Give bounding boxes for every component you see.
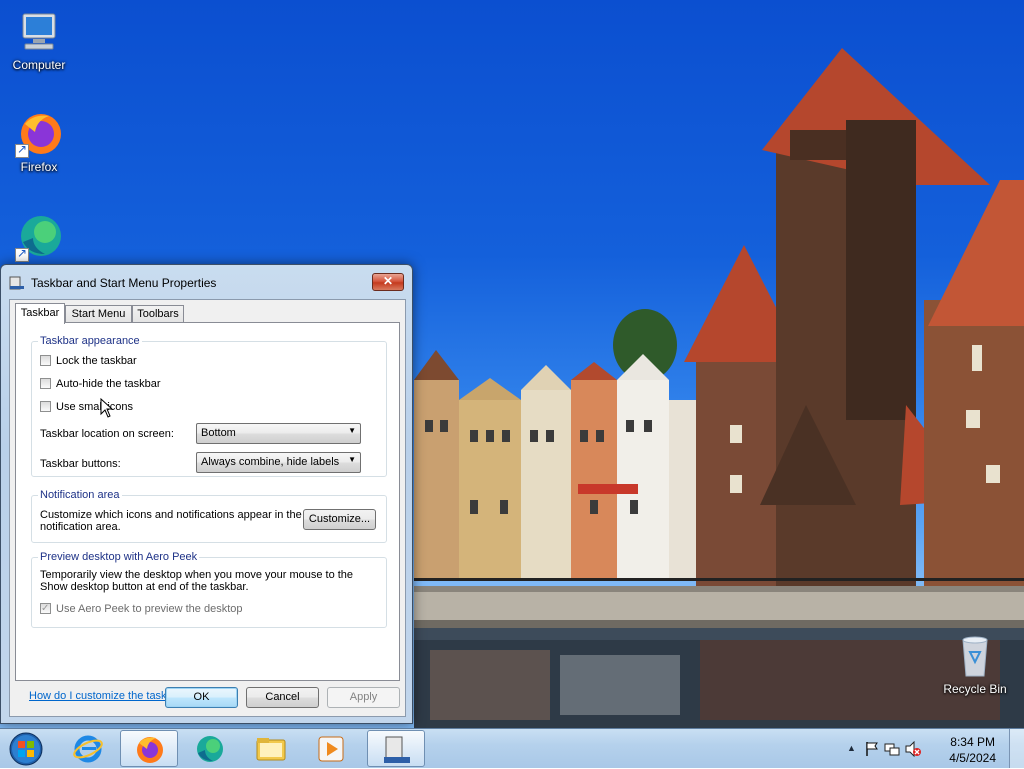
internet-explorer-icon [73, 735, 103, 763]
tab-toolbars[interactable]: Toolbars [132, 305, 184, 323]
notification-description: Customize which icons and notifications … [40, 509, 302, 533]
checkbox-label: Lock the taskbar [56, 355, 137, 367]
aero-peek-checkbox[interactable] [40, 602, 51, 615]
start-orb-icon[interactable] [6, 731, 46, 767]
aero-peek-description: Temporarily view the desktop when you mo… [40, 569, 353, 593]
system-clock[interactable]: 8:34 PM 4/5/2024 [949, 734, 996, 766]
taskbar-appearance-group: Taskbar appearance Lock the taskbar Auto… [31, 335, 387, 477]
description-line: Customize which icons and notifications … [40, 509, 302, 521]
clock-time: 8:34 PM [950, 735, 995, 749]
auto-hide-checkbox[interactable] [40, 378, 51, 389]
dropdown-arrow-icon: ▼ [348, 455, 356, 464]
select-value: Bottom [201, 427, 236, 439]
taskbar-properties-icon [384, 736, 410, 763]
desktop-computer-icon[interactable]: Computer [1, 8, 77, 72]
firefox-icon [137, 737, 163, 763]
taskbar-properties-icon [9, 276, 24, 290]
edge-icon [197, 736, 223, 762]
description-line: Show desktop button at end of the taskba… [40, 581, 249, 593]
dropdown-arrow-icon: ▼ [348, 426, 356, 435]
recycle-bin-icon [962, 636, 988, 677]
apply-button[interactable]: Apply [327, 687, 400, 708]
media-player-icon [318, 736, 344, 762]
small-icons-checkbox[interactable] [40, 401, 51, 412]
taskbar-media-player[interactable] [303, 730, 361, 767]
taskbar-internet-explorer[interactable] [59, 730, 117, 767]
taskbar: ▲ 8:34 PM 4/5/2024 [0, 728, 1024, 768]
dialog-title: Taskbar and Start Menu Properties [31, 276, 217, 290]
group-title: Preview desktop with Aero Peek [38, 551, 200, 563]
mouse-cursor-icon [100, 398, 114, 418]
computer-icon [22, 13, 56, 50]
desktop-icon-label: Firefox [20, 160, 58, 174]
show-hidden-icons-icon[interactable]: ▲ [847, 743, 856, 753]
shortcut-arrow-icon [15, 142, 29, 158]
desktop-firefox-icon[interactable]: Firefox [1, 110, 77, 174]
taskbar-buttons-label: Taskbar buttons: [40, 458, 121, 470]
taskbar-buttons-select[interactable]: Always combine, hide labels ▼ [196, 452, 361, 473]
taskbar-properties-window[interactable] [367, 730, 425, 767]
clock-date: 4/5/2024 [949, 751, 996, 765]
taskbar-firefox[interactable] [120, 730, 178, 767]
select-value: Always combine, hide labels [201, 456, 340, 468]
description-line: notification area. [40, 521, 121, 533]
volume-muted-icon[interactable] [905, 741, 921, 757]
notification-tray: ▲ 8:34 PM 4/5/2024 [839, 729, 1024, 769]
network-icon[interactable] [884, 741, 900, 757]
desktop-edge-icon[interactable] [1, 214, 77, 264]
desktop-recycle-bin-icon[interactable]: Recycle Bin [937, 632, 1013, 696]
close-button[interactable]: ✕ [372, 273, 404, 291]
title-bar[interactable]: Taskbar and Start Menu Properties ✕ [7, 271, 406, 293]
taskbar-properties-dialog: Taskbar and Start Menu Properties ✕ Task… [0, 264, 413, 724]
desktop-icon-label: Recycle Bin [943, 682, 1007, 696]
file-explorer-icon [256, 738, 286, 761]
show-desktop-button[interactable] [1009, 729, 1024, 768]
tab-taskbar[interactable]: Taskbar [15, 303, 65, 324]
taskbar-tab-panel: Taskbar appearance Lock the taskbar Auto… [15, 322, 400, 702]
description-line: Temporarily view the desktop when you mo… [40, 569, 354, 581]
action-center-flag-icon[interactable] [864, 741, 880, 757]
notification-area-group: Notification area Customize which icons … [31, 489, 387, 543]
taskbar-location-label: Taskbar location on screen: [40, 428, 174, 440]
taskbar-edge[interactable] [181, 730, 239, 767]
group-title: Notification area [38, 489, 122, 501]
dialog-client-area: Taskbar Start Menu Toolbars Taskbar appe… [9, 299, 406, 717]
desktop-icon-label: Computer [12, 58, 66, 72]
aero-peek-group: Preview desktop with Aero Peek Temporari… [31, 551, 387, 628]
shortcut-arrow-icon [15, 246, 29, 262]
customize-button[interactable]: Customize... [303, 509, 376, 530]
checkbox-label: Use small icons [56, 401, 134, 413]
taskbar-location-select[interactable]: Bottom ▼ [196, 423, 361, 444]
ok-button[interactable]: OK [165, 687, 238, 708]
group-title: Taskbar appearance [38, 335, 142, 347]
tab-start-menu[interactable]: Start Menu [65, 305, 132, 323]
lock-taskbar-checkbox[interactable] [40, 355, 51, 366]
cancel-button[interactable]: Cancel [246, 687, 319, 708]
checkbox-label: Auto-hide the taskbar [56, 378, 161, 390]
taskbar-file-explorer[interactable] [242, 730, 300, 767]
checkbox-label: Use Aero Peek to preview the desktop [56, 603, 243, 615]
